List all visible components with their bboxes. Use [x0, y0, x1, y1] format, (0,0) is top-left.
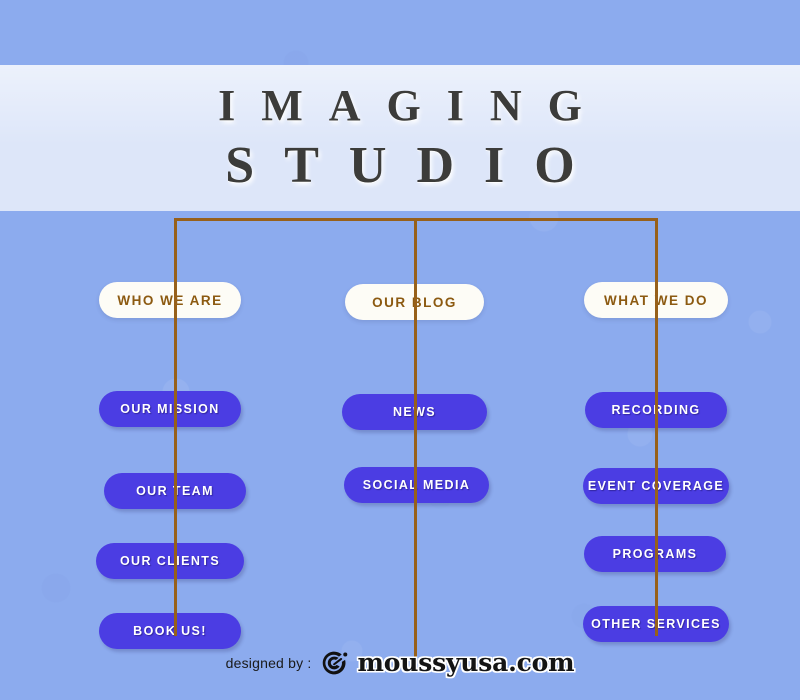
vertical-connector-column-3	[655, 218, 658, 636]
credit-label: designed by :	[225, 654, 312, 671]
vertical-connector-column-1	[174, 218, 177, 636]
credit-line: designed by : moussyusa.com	[0, 648, 800, 677]
poster-title-line-1: IMAGING	[218, 81, 608, 130]
vertical-connector-column-2	[414, 218, 417, 660]
spiral-circle-logo-icon	[322, 651, 347, 674]
credit-brand: moussyusa.com	[357, 648, 575, 677]
poster-title-line-2: STUDIO	[225, 137, 605, 194]
infographic-poster: IMAGING STUDIO WHO WE ARE OUR MISSION OUR …	[0, 0, 800, 700]
